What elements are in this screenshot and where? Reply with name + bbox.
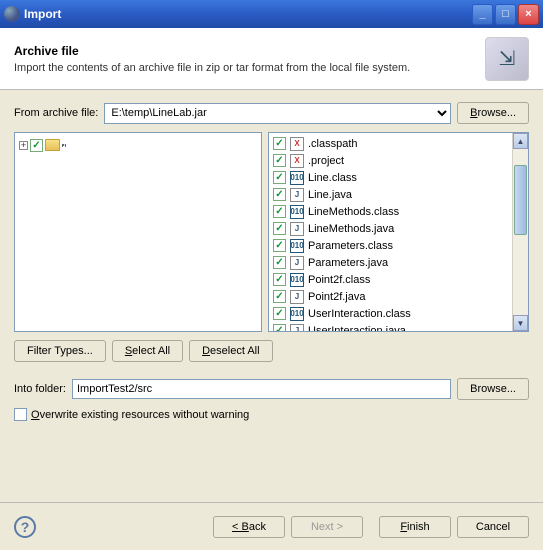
minimize-button[interactable]: _: [472, 4, 493, 25]
file-icon: J: [290, 290, 304, 304]
list-item[interactable]: ✓ J UserInteraction.java: [273, 322, 512, 332]
browse-archive-button[interactable]: Browse...: [457, 102, 529, 124]
import-icon: ⇲: [485, 37, 529, 81]
list-item[interactable]: ✓ 010 Line.class: [273, 169, 512, 186]
tree-checkbox[interactable]: ✓: [30, 139, 43, 152]
file-checkbox[interactable]: ✓: [273, 154, 286, 167]
file-name: Point2f.java: [308, 291, 365, 303]
list-item[interactable]: ✓ J Point2f.java: [273, 288, 512, 305]
file-icon: 010: [290, 239, 304, 253]
file-icon: 010: [290, 307, 304, 321]
select-all-button[interactable]: Select All: [112, 340, 183, 362]
file-name: UserInteraction.class: [308, 308, 411, 320]
file-checkbox[interactable]: ✓: [273, 137, 286, 150]
next-button: Next >: [291, 516, 363, 538]
file-checkbox[interactable]: ✓: [273, 273, 286, 286]
file-icon: 010: [290, 205, 304, 219]
file-name: LineMethods.class: [308, 206, 399, 218]
file-name: Line.class: [308, 172, 357, 184]
overwrite-label[interactable]: Overwrite existing resources without war…: [31, 409, 249, 421]
file-icon: 010: [290, 171, 304, 185]
tree-root-label: [62, 144, 66, 146]
file-checkbox[interactable]: ✓: [273, 171, 286, 184]
list-item[interactable]: ✓ X .project: [273, 152, 512, 169]
list-item[interactable]: ✓ J Parameters.java: [273, 254, 512, 271]
file-name: Line.java: [308, 189, 352, 201]
app-icon: [4, 6, 20, 22]
finish-button[interactable]: Finish: [379, 516, 451, 538]
cancel-button[interactable]: Cancel: [457, 516, 529, 538]
expand-icon[interactable]: +: [19, 141, 28, 150]
file-checkbox[interactable]: ✓: [273, 256, 286, 269]
list-item[interactable]: ✓ 010 LineMethods.class: [273, 203, 512, 220]
scroll-thumb[interactable]: [514, 165, 527, 235]
file-icon: J: [290, 256, 304, 270]
file-icon: 010: [290, 273, 304, 287]
file-checkbox[interactable]: ✓: [273, 188, 286, 201]
list-item[interactable]: ✓ 010 Parameters.class: [273, 237, 512, 254]
file-icon: J: [290, 324, 304, 333]
file-icon: X: [290, 137, 304, 151]
scroll-down-icon[interactable]: ▼: [513, 315, 528, 331]
file-name: .project: [308, 155, 344, 167]
overwrite-checkbox[interactable]: [14, 408, 27, 421]
deselect-all-button[interactable]: Deselect All: [189, 340, 272, 362]
page-title: Archive file: [14, 44, 485, 58]
file-icon: J: [290, 222, 304, 236]
tree-root-row[interactable]: + ✓: [19, 137, 257, 153]
list-item[interactable]: ✓ J Line.java: [273, 186, 512, 203]
scrollbar[interactable]: ▲ ▼: [512, 133, 528, 331]
titlebar: Import _ □ ×: [0, 0, 543, 28]
file-name: LineMethods.java: [308, 223, 394, 235]
help-icon[interactable]: ?: [14, 516, 36, 538]
back-button[interactable]: < Back: [213, 516, 285, 538]
list-item[interactable]: ✓ 010 Point2f.class: [273, 271, 512, 288]
maximize-button[interactable]: □: [495, 4, 516, 25]
list-item[interactable]: ✓ X .classpath: [273, 135, 512, 152]
scroll-up-icon[interactable]: ▲: [513, 133, 528, 149]
list-item[interactable]: ✓ J LineMethods.java: [273, 220, 512, 237]
file-checkbox[interactable]: ✓: [273, 222, 286, 235]
file-name: Parameters.class: [308, 240, 393, 252]
file-icon: J: [290, 188, 304, 202]
file-icon: X: [290, 154, 304, 168]
window-title: Import: [24, 7, 470, 21]
file-checkbox[interactable]: ✓: [273, 290, 286, 303]
file-name: Point2f.class: [308, 274, 370, 286]
browse-folder-button[interactable]: Browse...: [457, 378, 529, 400]
file-checkbox[interactable]: ✓: [273, 205, 286, 218]
into-folder-input[interactable]: [72, 379, 451, 399]
folder-tree-pane[interactable]: + ✓: [14, 132, 262, 332]
file-name: UserInteraction.java: [308, 325, 406, 333]
list-item[interactable]: ✓ 010 UserInteraction.class: [273, 305, 512, 322]
wizard-header: Archive file Import the contents of an a…: [0, 28, 543, 90]
into-folder-label: Into folder:: [14, 383, 66, 395]
close-button[interactable]: ×: [518, 4, 539, 25]
file-checkbox[interactable]: ✓: [273, 307, 286, 320]
wizard-footer: ? < Back Next > Finish Cancel: [0, 502, 543, 550]
file-name: .classpath: [308, 138, 358, 150]
page-description: Import the contents of an archive file i…: [14, 62, 485, 74]
file-list-pane[interactable]: ✓ X .classpath ✓ X .project ✓ 010 Line.class ✓ J Li…: [268, 132, 529, 332]
folder-icon: [45, 139, 60, 151]
file-checkbox[interactable]: ✓: [273, 239, 286, 252]
file-name: Parameters.java: [308, 257, 388, 269]
from-archive-input[interactable]: E:\temp\LineLab.jar: [104, 103, 451, 124]
file-checkbox[interactable]: ✓: [273, 324, 286, 332]
from-archive-label: From archive file:: [14, 107, 98, 119]
filter-types-button[interactable]: Filter Types...: [14, 340, 106, 362]
